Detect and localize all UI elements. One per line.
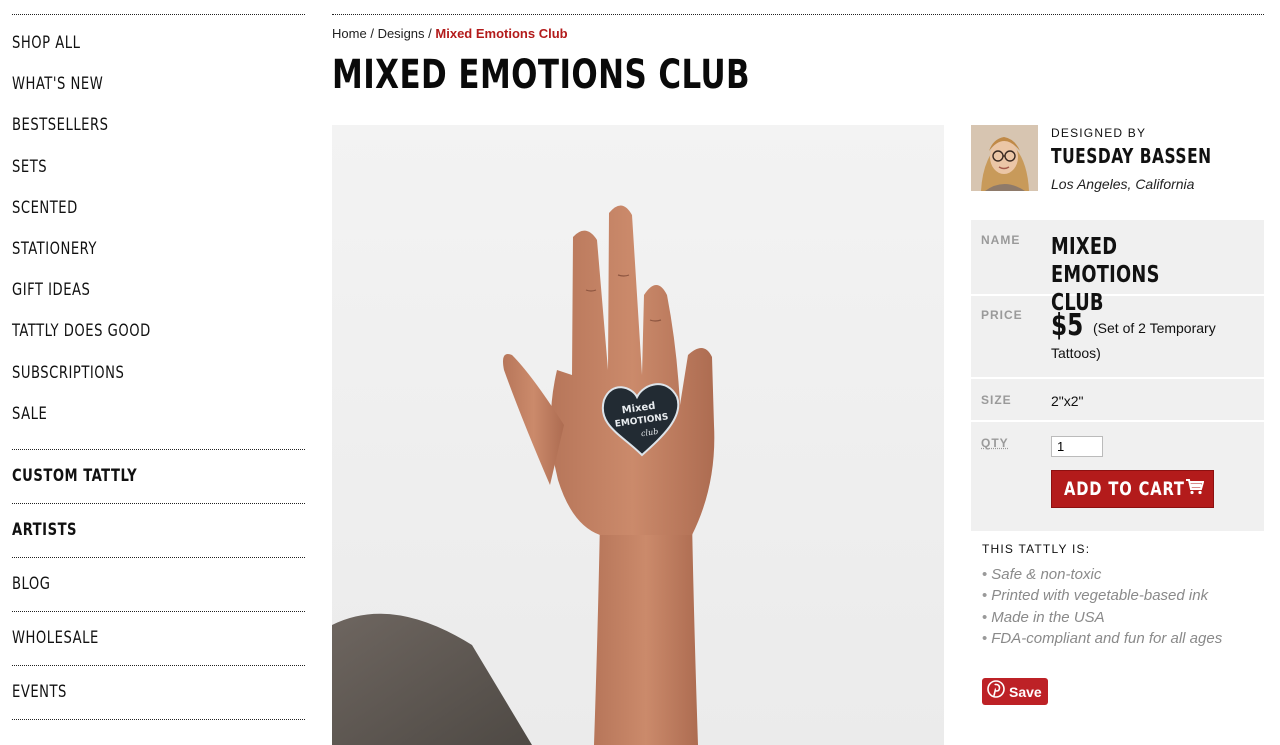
- top-divider: [332, 14, 1264, 15]
- price-value: $5 (Set of 2 Temporary Tattoos): [1051, 308, 1254, 377]
- sidebar-item-gift-ideas[interactable]: GIFT IDEAS: [12, 276, 264, 317]
- breadcrumb-separator: /: [428, 26, 432, 41]
- product-name-text: MIXED EMOTIONS CLUB: [1051, 234, 1160, 316]
- pinterest-save-label: Save: [1009, 683, 1042, 700]
- spec-label-qty: QTY: [981, 436, 1009, 450]
- sidebar-section-custom: CUSTOM TATTLY: [12, 450, 305, 503]
- breadcrumb: Home / Designs / Mixed Emotions Club: [332, 26, 568, 41]
- sidebar-item-whats-new[interactable]: WHAT'S NEW: [12, 70, 264, 111]
- quantity-input[interactable]: [1051, 436, 1103, 457]
- sidebar-item-subscriptions[interactable]: SUBSCRIPTIONS: [12, 359, 264, 400]
- sidebar-item-shop-all[interactable]: SHOP ALL: [12, 29, 264, 70]
- breadcrumb-designs[interactable]: Designs: [378, 26, 425, 41]
- sidebar-item-wholesale[interactable]: WHOLESALE: [12, 628, 99, 648]
- add-to-cart-label: ADD TO CART: [1064, 478, 1185, 500]
- sidebar-item-scented[interactable]: SCENTED: [12, 194, 264, 235]
- sidebar-item-custom-tattly[interactable]: CUSTOM TATTLY: [12, 466, 137, 486]
- designed-by-label: DESIGNED BY: [1051, 126, 1147, 140]
- sidebar-item-artists[interactable]: ARTISTS: [12, 520, 77, 540]
- feature-item: Printed with vegetable-based ink: [982, 585, 1264, 606]
- feature-item: Safe & non-toxic: [982, 564, 1264, 585]
- price-amount: $5: [1051, 308, 1084, 343]
- designer-name-link[interactable]: TUESDAY BASSEN: [1051, 144, 1212, 168]
- designer-location: Los Angeles, California: [1051, 176, 1195, 192]
- sidebar-item-stationery[interactable]: STATIONERY: [12, 235, 264, 276]
- sidebar-item-bestsellers[interactable]: BESTSELLERS: [12, 111, 264, 152]
- sidebar-item-sets[interactable]: SETS: [12, 153, 264, 194]
- breadcrumb-separator: /: [370, 26, 374, 41]
- sidebar-item-events[interactable]: EVENTS: [12, 682, 67, 702]
- pinterest-save-button[interactable]: Save: [982, 678, 1048, 705]
- breadcrumb-current[interactable]: Mixed Emotions Club: [435, 26, 567, 41]
- spec-label-name: NAME: [981, 233, 1021, 247]
- product-name: MIXED EMOTIONS CLUB: [1051, 233, 1226, 316]
- sidebar-category-list: SHOP ALL WHAT'S NEW BESTSELLERS SETS SCE…: [12, 15, 305, 449]
- divider: [12, 718, 305, 720]
- size-value: 2"x2": [1051, 393, 1084, 409]
- product-image[interactable]: Mixed EMOTIONS club: [332, 125, 944, 745]
- product-features: THIS TATTLY IS: Safe & non-toxic Printed…: [982, 542, 1264, 649]
- sidebar-item-blog[interactable]: BLOG: [12, 574, 50, 594]
- spec-row-name: NAME MIXED EMOTIONS CLUB: [971, 220, 1264, 316]
- features-list: Safe & non-toxic Printed with vegetable-…: [982, 564, 1264, 649]
- features-title: THIS TATTLY IS:: [982, 542, 1091, 556]
- product-specs: NAME MIXED EMOTIONS CLUB PRICE $5 (Set o…: [971, 220, 1264, 531]
- spec-label-size: SIZE: [981, 393, 1012, 407]
- sidebar-section-events: EVENTS: [12, 666, 305, 719]
- feature-item: FDA-compliant and fun for all ages: [982, 628, 1264, 649]
- sidebar-item-sale[interactable]: SALE: [12, 400, 264, 441]
- spec-row-size: SIZE 2"x2": [971, 379, 1264, 422]
- sidebar-section-blog: BLOG: [12, 558, 305, 611]
- breadcrumb-home[interactable]: Home: [332, 26, 367, 41]
- qty-controls: ADD TO CART: [1051, 436, 1254, 531]
- sidebar-section-wholesale: WHOLESALE: [12, 612, 305, 665]
- designer-card: DESIGNED BY TUESDAY BASSEN Los Angeles, …: [971, 125, 1264, 195]
- cart-icon: [1186, 478, 1205, 500]
- sidebar-section-artists: ARTISTS: [12, 504, 305, 557]
- designer-avatar[interactable]: [971, 125, 1038, 191]
- hand-illustration: Mixed EMOTIONS club: [332, 205, 715, 745]
- spec-label-price: PRICE: [981, 308, 1023, 322]
- add-to-cart-button[interactable]: ADD TO CART: [1051, 470, 1214, 508]
- sidebar-item-tattly-does-good[interactable]: TATTLY DOES GOOD: [12, 317, 264, 358]
- pinterest-icon: [987, 680, 1005, 703]
- sidebar-nav: SHOP ALL WHAT'S NEW BESTSELLERS SETS SCE…: [12, 14, 305, 720]
- page-title: MIXED EMOTIONS CLUB: [332, 52, 751, 98]
- spec-row-qty: QTY ADD TO CART: [971, 422, 1264, 531]
- feature-item: Made in the USA: [982, 607, 1264, 628]
